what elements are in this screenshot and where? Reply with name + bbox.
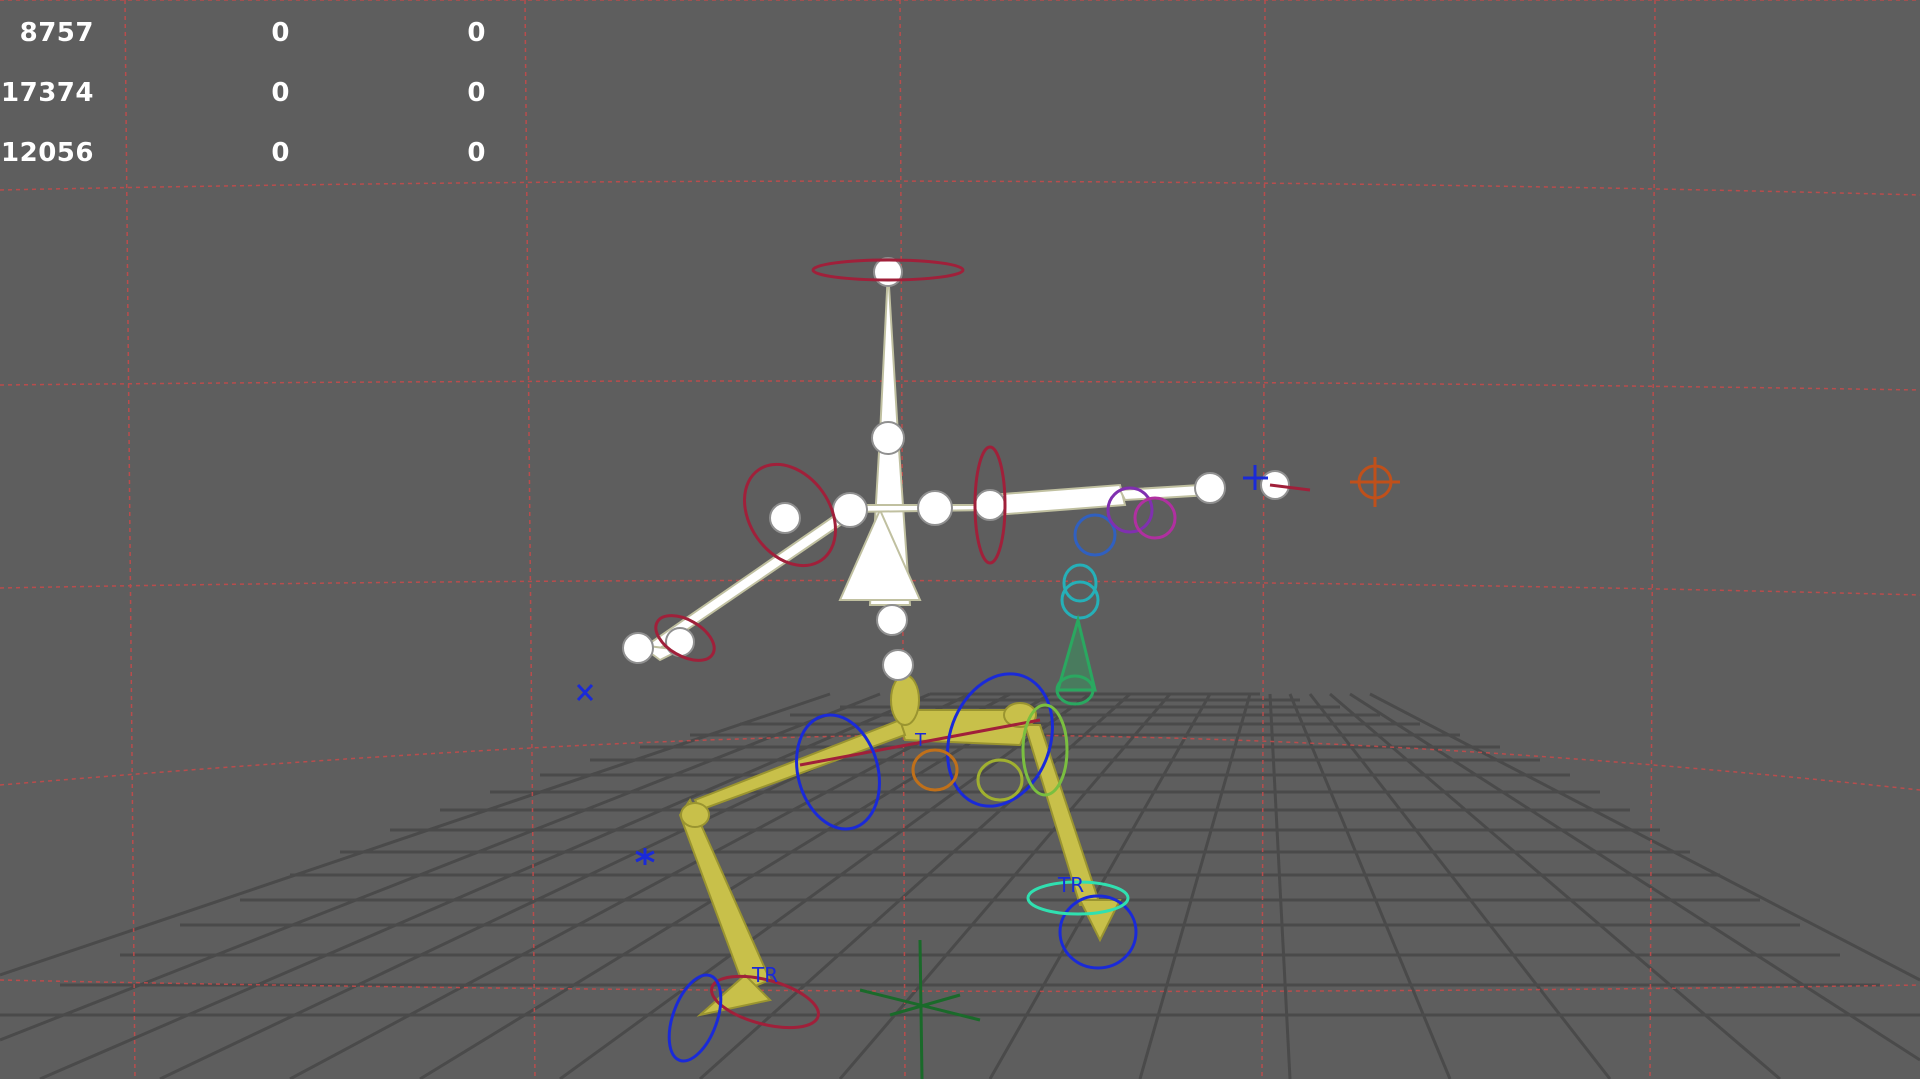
stats-value: 8757 xyxy=(19,18,94,48)
stats-value: 0 xyxy=(271,138,290,168)
stats-value: 0 xyxy=(271,78,290,108)
pelvis-label: T xyxy=(914,730,927,751)
upper-body-bones[interactable] xyxy=(636,269,1213,662)
right-foot-label: TR xyxy=(1057,873,1084,897)
joint-spheres[interactable] xyxy=(622,257,1290,681)
stats-row: 12056 0 0 xyxy=(0,138,520,198)
effector-target-icon[interactable] xyxy=(1350,457,1400,507)
stats-row: 8757 0 0 xyxy=(0,18,520,78)
ik-marker-x-icon[interactable] xyxy=(576,683,594,702)
stats-overlay: 8757 0 0 17374 0 0 12056 0 0 xyxy=(0,18,520,198)
stats-value: 0 xyxy=(271,18,290,48)
left-foot-label: TR xyxy=(751,963,778,987)
floor-grid xyxy=(0,692,1920,1079)
3d-viewport[interactable]: TR TR T 8757 0 0 17374 0 0 12056 0 0 xyxy=(0,0,1920,1079)
world-origin-marker xyxy=(859,939,981,1079)
stats-value: 0 xyxy=(467,18,486,48)
rotation-rings-red[interactable] xyxy=(648,258,1311,1037)
stats-value: 0 xyxy=(467,78,486,108)
stats-value: 0 xyxy=(467,138,486,168)
stats-row: 17374 0 0 xyxy=(0,78,520,138)
stats-value: 17374 xyxy=(1,78,94,108)
stats-value: 12056 xyxy=(1,138,94,168)
